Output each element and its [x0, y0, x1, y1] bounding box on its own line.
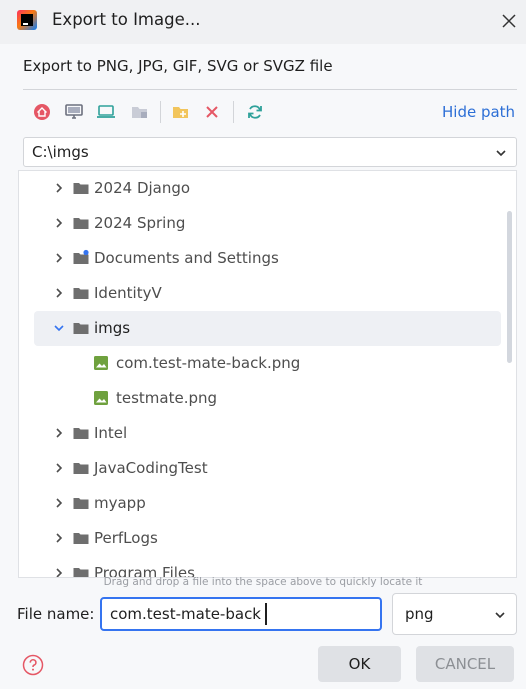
module-icon[interactable] [129, 101, 151, 123]
tree-item-label: myapp [94, 494, 146, 512]
chevron-right-icon[interactable] [52, 496, 66, 510]
help-icon[interactable] [22, 654, 44, 676]
tree-folder-item[interactable]: 2024 Spring [19, 206, 516, 241]
tree-item-label: JavaCodingTest [94, 459, 208, 477]
chevron-down-icon [496, 150, 506, 157]
folder-icon [73, 498, 89, 509]
dialog-description: Export to PNG, JPG, GIF, SVG or SVGZ fil… [23, 57, 333, 75]
folder-icon [73, 463, 89, 474]
tree-item-label: 2024 Django [94, 179, 191, 197]
folder-icon [73, 533, 89, 544]
new-folder-icon[interactable] [170, 101, 192, 123]
image-file-icon [94, 356, 108, 370]
chevron-right-icon[interactable] [52, 531, 66, 545]
chevron-down-icon [495, 612, 505, 619]
tree-folder-item[interactable]: Program Files [19, 556, 516, 577]
image-file-icon [94, 391, 108, 405]
close-icon[interactable] [500, 12, 518, 30]
tree-item-label: 2024 Spring [94, 214, 186, 232]
folder-icon [73, 218, 89, 229]
toolbar-separator [233, 101, 234, 123]
intellij-logo-icon [17, 10, 37, 30]
folder-link-icon [73, 249, 89, 264]
text-caret [265, 603, 267, 625]
tree-item-label: Intel [94, 424, 128, 442]
chevron-right-icon[interactable] [52, 286, 66, 300]
tree-folder-item[interactable]: PerfLogs [19, 521, 516, 556]
ok-button[interactable]: OK [318, 646, 401, 682]
refresh-icon[interactable] [244, 101, 266, 123]
chevron-right-icon[interactable] [52, 461, 66, 475]
drag-drop-hint: Drag and drop a file into the space abov… [103, 576, 423, 588]
tree-item-label: Documents and Settings [94, 249, 279, 267]
tree-item-label: com.test-mate-back.png [116, 354, 301, 372]
scrollbar[interactable] [507, 211, 512, 363]
path-value: C:\imgs [32, 143, 89, 161]
divider [23, 89, 517, 90]
chevron-right-icon[interactable] [52, 181, 66, 195]
tree-item-label: PerfLogs [94, 529, 158, 547]
delete-icon[interactable] [201, 101, 223, 123]
tree-item-label: imgs [94, 319, 131, 337]
chevron-right-icon[interactable] [52, 251, 66, 265]
folder-icon [73, 183, 89, 194]
tree-folder-item[interactable]: Intel [19, 416, 516, 451]
file-tree[interactable]: 2024 Django 2024 Spring Documents and Sett… [18, 170, 517, 578]
home-icon[interactable] [31, 101, 53, 123]
tree-folder-item[interactable]: Documents and Settings [19, 241, 516, 276]
tree-folder-item[interactable]: IdentityV [19, 276, 516, 311]
desktop-icon[interactable] [63, 101, 85, 123]
tree-folder-item[interactable]: imgs [19, 311, 516, 346]
tree-file-item[interactable]: testmate.png [19, 381, 516, 416]
window-title: Export to Image... [52, 10, 201, 29]
path-combobox[interactable]: C:\imgs [23, 137, 517, 167]
chevron-right-icon[interactable] [52, 216, 66, 230]
file-type-select[interactable]: png [392, 593, 517, 635]
tree-file-item[interactable]: com.test-mate-back.png [19, 346, 516, 381]
tree-folder-item[interactable]: 2024 Django [19, 171, 516, 206]
tree-folder-item[interactable]: JavaCodingTest [19, 451, 516, 486]
folder-icon [73, 288, 89, 299]
tree-item-label: testmate.png [116, 389, 218, 407]
file-type-value: png [405, 605, 434, 623]
project-icon[interactable] [95, 101, 117, 123]
title-bar: Export to Image... [0, 0, 526, 44]
folder-icon [73, 428, 89, 439]
hide-path-link[interactable]: Hide path [442, 103, 515, 121]
file-name-input[interactable] [100, 597, 382, 631]
chevron-right-icon[interactable] [52, 426, 66, 440]
folder-icon [73, 323, 89, 334]
cancel-button[interactable]: CANCEL [416, 646, 514, 682]
toolbar-separator [160, 101, 161, 123]
tree-item-label: IdentityV [94, 284, 162, 302]
file-name-label: File name: [17, 605, 95, 623]
chevron-down-icon[interactable] [52, 321, 66, 335]
tree-folder-item[interactable]: myapp [19, 486, 516, 521]
